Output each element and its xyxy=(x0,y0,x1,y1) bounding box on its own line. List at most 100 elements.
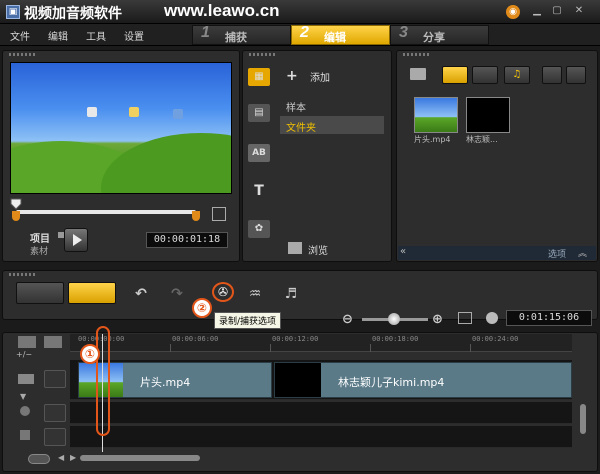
media-library-icon[interactable]: ▦ xyxy=(248,68,270,86)
project-mode-label[interactable]: 项目 xyxy=(30,230,50,245)
transition-icon[interactable]: ▤ xyxy=(248,104,270,122)
folder-icon[interactable] xyxy=(410,68,426,80)
ruler-label: 00:00:06:00 xyxy=(172,335,219,343)
project-duration: 0:01:15:06 xyxy=(506,310,592,326)
play-icon xyxy=(73,234,82,246)
timecode-display[interactable]: 00:00:01:18 xyxy=(146,232,228,248)
step-number: 2 xyxy=(300,24,309,41)
menu-file[interactable]: 文件 xyxy=(10,28,30,43)
preview-screen xyxy=(10,62,232,194)
desktop-icon xyxy=(173,109,183,119)
logo-icon[interactable]: ◉ xyxy=(506,5,520,19)
browse-icon[interactable] xyxy=(288,242,302,254)
maximize-icon[interactable]: ▢ xyxy=(550,5,564,19)
enlarge-preview-icon[interactable] xyxy=(212,207,226,221)
tab-edit[interactable]: 2 编辑 xyxy=(291,24,390,45)
graphic-icon[interactable]: ✿ xyxy=(248,220,270,238)
clip-mode-label[interactable]: 素材 xyxy=(30,244,48,257)
options-expand-icon[interactable]: ︽ xyxy=(578,246,587,259)
video-track-toggle-icon[interactable] xyxy=(18,374,34,384)
chapter-icon[interactable] xyxy=(44,336,62,348)
ruler-label: 00:00:12:00 xyxy=(272,335,319,343)
scrubber-handle-icon[interactable] xyxy=(10,198,22,210)
ruler-tick xyxy=(370,344,371,352)
zoom-knob[interactable] xyxy=(388,313,400,325)
clip-name: 林志颖儿子kimi.mp4 xyxy=(338,376,445,389)
track-dropdown-icon[interactable]: ▼ xyxy=(20,392,26,401)
overlay-toggle-icon[interactable] xyxy=(20,406,30,416)
scrubber-track[interactable] xyxy=(16,210,196,214)
step-label: 分享 xyxy=(423,31,445,44)
menu-tools[interactable]: 工具 xyxy=(86,28,106,43)
show-video-button[interactable] xyxy=(442,66,468,84)
add-folder-button[interactable]: 添加 xyxy=(310,69,330,84)
show-photo-button[interactable] xyxy=(472,66,498,84)
app-title: 视频加音频软件 xyxy=(24,6,122,22)
media-thumb-2[interactable] xyxy=(466,97,510,133)
sound-mixer-icon[interactable]: ♒ xyxy=(246,286,264,302)
step-label: 编辑 xyxy=(324,31,346,44)
auto-music-icon[interactable]: ♬ xyxy=(282,286,300,302)
record-tooltip: 录制/捕获选项 xyxy=(214,312,282,329)
add-remove-track-icon[interactable]: +/− xyxy=(16,350,32,359)
folder-item-samples[interactable]: 样本 xyxy=(280,96,384,114)
step-number: 3 xyxy=(399,24,408,41)
scroll-left-icon[interactable]: ◀ xyxy=(58,453,64,462)
scroll-right-icon[interactable]: ▶ xyxy=(70,453,76,462)
music-icon[interactable]: ♫ xyxy=(504,66,530,84)
horizontal-scrollbar[interactable] xyxy=(80,455,200,461)
undo-icon[interactable]: ↶ xyxy=(132,286,150,302)
clip-name: 片头.mp4 xyxy=(140,376,191,389)
tab-capture[interactable]: 1 捕获 xyxy=(192,24,291,45)
list-view-icon[interactable] xyxy=(542,66,562,84)
browse-button[interactable]: 浏览 xyxy=(308,242,328,257)
redo-icon[interactable]: ↷ xyxy=(168,286,186,302)
overlay-track-icon xyxy=(44,404,66,422)
music-lock-icon[interactable] xyxy=(20,430,30,440)
play-button[interactable] xyxy=(64,228,88,252)
callout-2: ② xyxy=(192,298,212,318)
folder-item-folder[interactable]: 文件夹 xyxy=(280,116,384,134)
step-label: 捕获 xyxy=(225,31,247,44)
media-thumb-label: 林志颖... xyxy=(466,135,498,144)
zoom-in-icon[interactable]: ⊕ xyxy=(432,312,443,327)
step-number: 1 xyxy=(201,24,210,41)
filter-icon[interactable]: AB xyxy=(248,144,270,162)
options-bar xyxy=(398,246,596,260)
app-icon: ▣ xyxy=(6,5,20,19)
ruler-tick xyxy=(170,344,171,352)
ruler-tick xyxy=(470,344,471,352)
music-track[interactable] xyxy=(70,426,572,448)
trim-start-handle[interactable] xyxy=(12,211,20,221)
zoom-out-icon[interactable]: ⊖ xyxy=(342,312,353,327)
ruler-label: 00:00:18:00 xyxy=(372,335,419,343)
add-icon[interactable]: + xyxy=(286,68,298,84)
timeline-view-button[interactable] xyxy=(68,282,116,304)
thumbnail-view-icon[interactable] xyxy=(566,66,586,84)
fit-to-window-icon[interactable] xyxy=(458,312,472,324)
storyboard-view-button[interactable] xyxy=(16,282,64,304)
ruler-tick xyxy=(270,344,271,352)
tab-share[interactable]: 3 分享 xyxy=(390,24,489,45)
playhead-highlight xyxy=(96,326,110,436)
record-capture-icon[interactable]: ✇ xyxy=(212,282,234,302)
overlay-track[interactable] xyxy=(70,402,572,424)
track-manager-icon[interactable] xyxy=(18,336,36,348)
vertical-scrollbar[interactable] xyxy=(580,404,586,434)
options-button[interactable]: 选项 xyxy=(548,247,566,260)
desktop-icon xyxy=(87,107,97,117)
clock-icon xyxy=(486,312,498,324)
project-fit-button[interactable] xyxy=(28,454,50,464)
collapse-icon[interactable]: « xyxy=(400,246,406,257)
menu-edit[interactable]: 编辑 xyxy=(48,28,68,43)
media-thumb-label: 片头.mp4 xyxy=(414,135,451,144)
menu-settings[interactable]: 设置 xyxy=(124,28,144,43)
music-track-icon xyxy=(44,428,66,446)
media-thumb-1[interactable] xyxy=(414,97,458,133)
trim-end-handle[interactable] xyxy=(192,211,200,221)
title-icon[interactable]: T xyxy=(248,182,270,200)
desktop-icon xyxy=(129,107,139,117)
watermark-text: www.leawo.cn xyxy=(164,1,280,20)
minimize-icon[interactable]: ▁ xyxy=(530,5,544,19)
close-icon[interactable]: ✕ xyxy=(572,5,586,19)
